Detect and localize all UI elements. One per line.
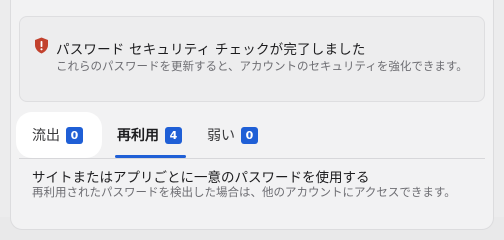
security-check-alert: パスワード セキュリティ チェックが完了しました これらのパスワードを更新すると… [19,16,485,102]
tabs-divider [19,158,485,159]
shield-warning-icon [34,37,49,54]
tab-leaked-label: 流出 [32,128,60,144]
alert-title: パスワード セキュリティ チェックが完了しました [56,42,366,58]
tab-leaked-count-badge: 0 [66,126,83,144]
tab-weak-label: 弱い [207,128,235,144]
alert-description: これらのパスワードを更新すると、アカウントのセキュリティを強化できます。 [56,59,468,73]
app-window: パスワード セキュリティ チェックが完了しました これらのパスワードを更新すると… [0,0,504,230]
tab-reused[interactable]: 再利用 4 [107,112,192,158]
section-title: サイトまたはアプリごとに一意のパスワードを使用する [32,170,370,186]
tab-reused-label: 再利用 [117,128,159,144]
tab-leaked[interactable]: 流出 0 [16,112,102,158]
section-description: 再利用されたパスワードを検出した場合は、他のアカウントにアクセスできます。 [32,185,456,199]
tab-weak-count-badge: 0 [241,126,258,144]
checkup-tabs: 流出 0 再利用 4 弱い 0 [16,112,492,158]
tab-weak[interactable]: 弱い 0 [197,112,268,158]
tab-reused-count-badge: 4 [165,126,182,144]
